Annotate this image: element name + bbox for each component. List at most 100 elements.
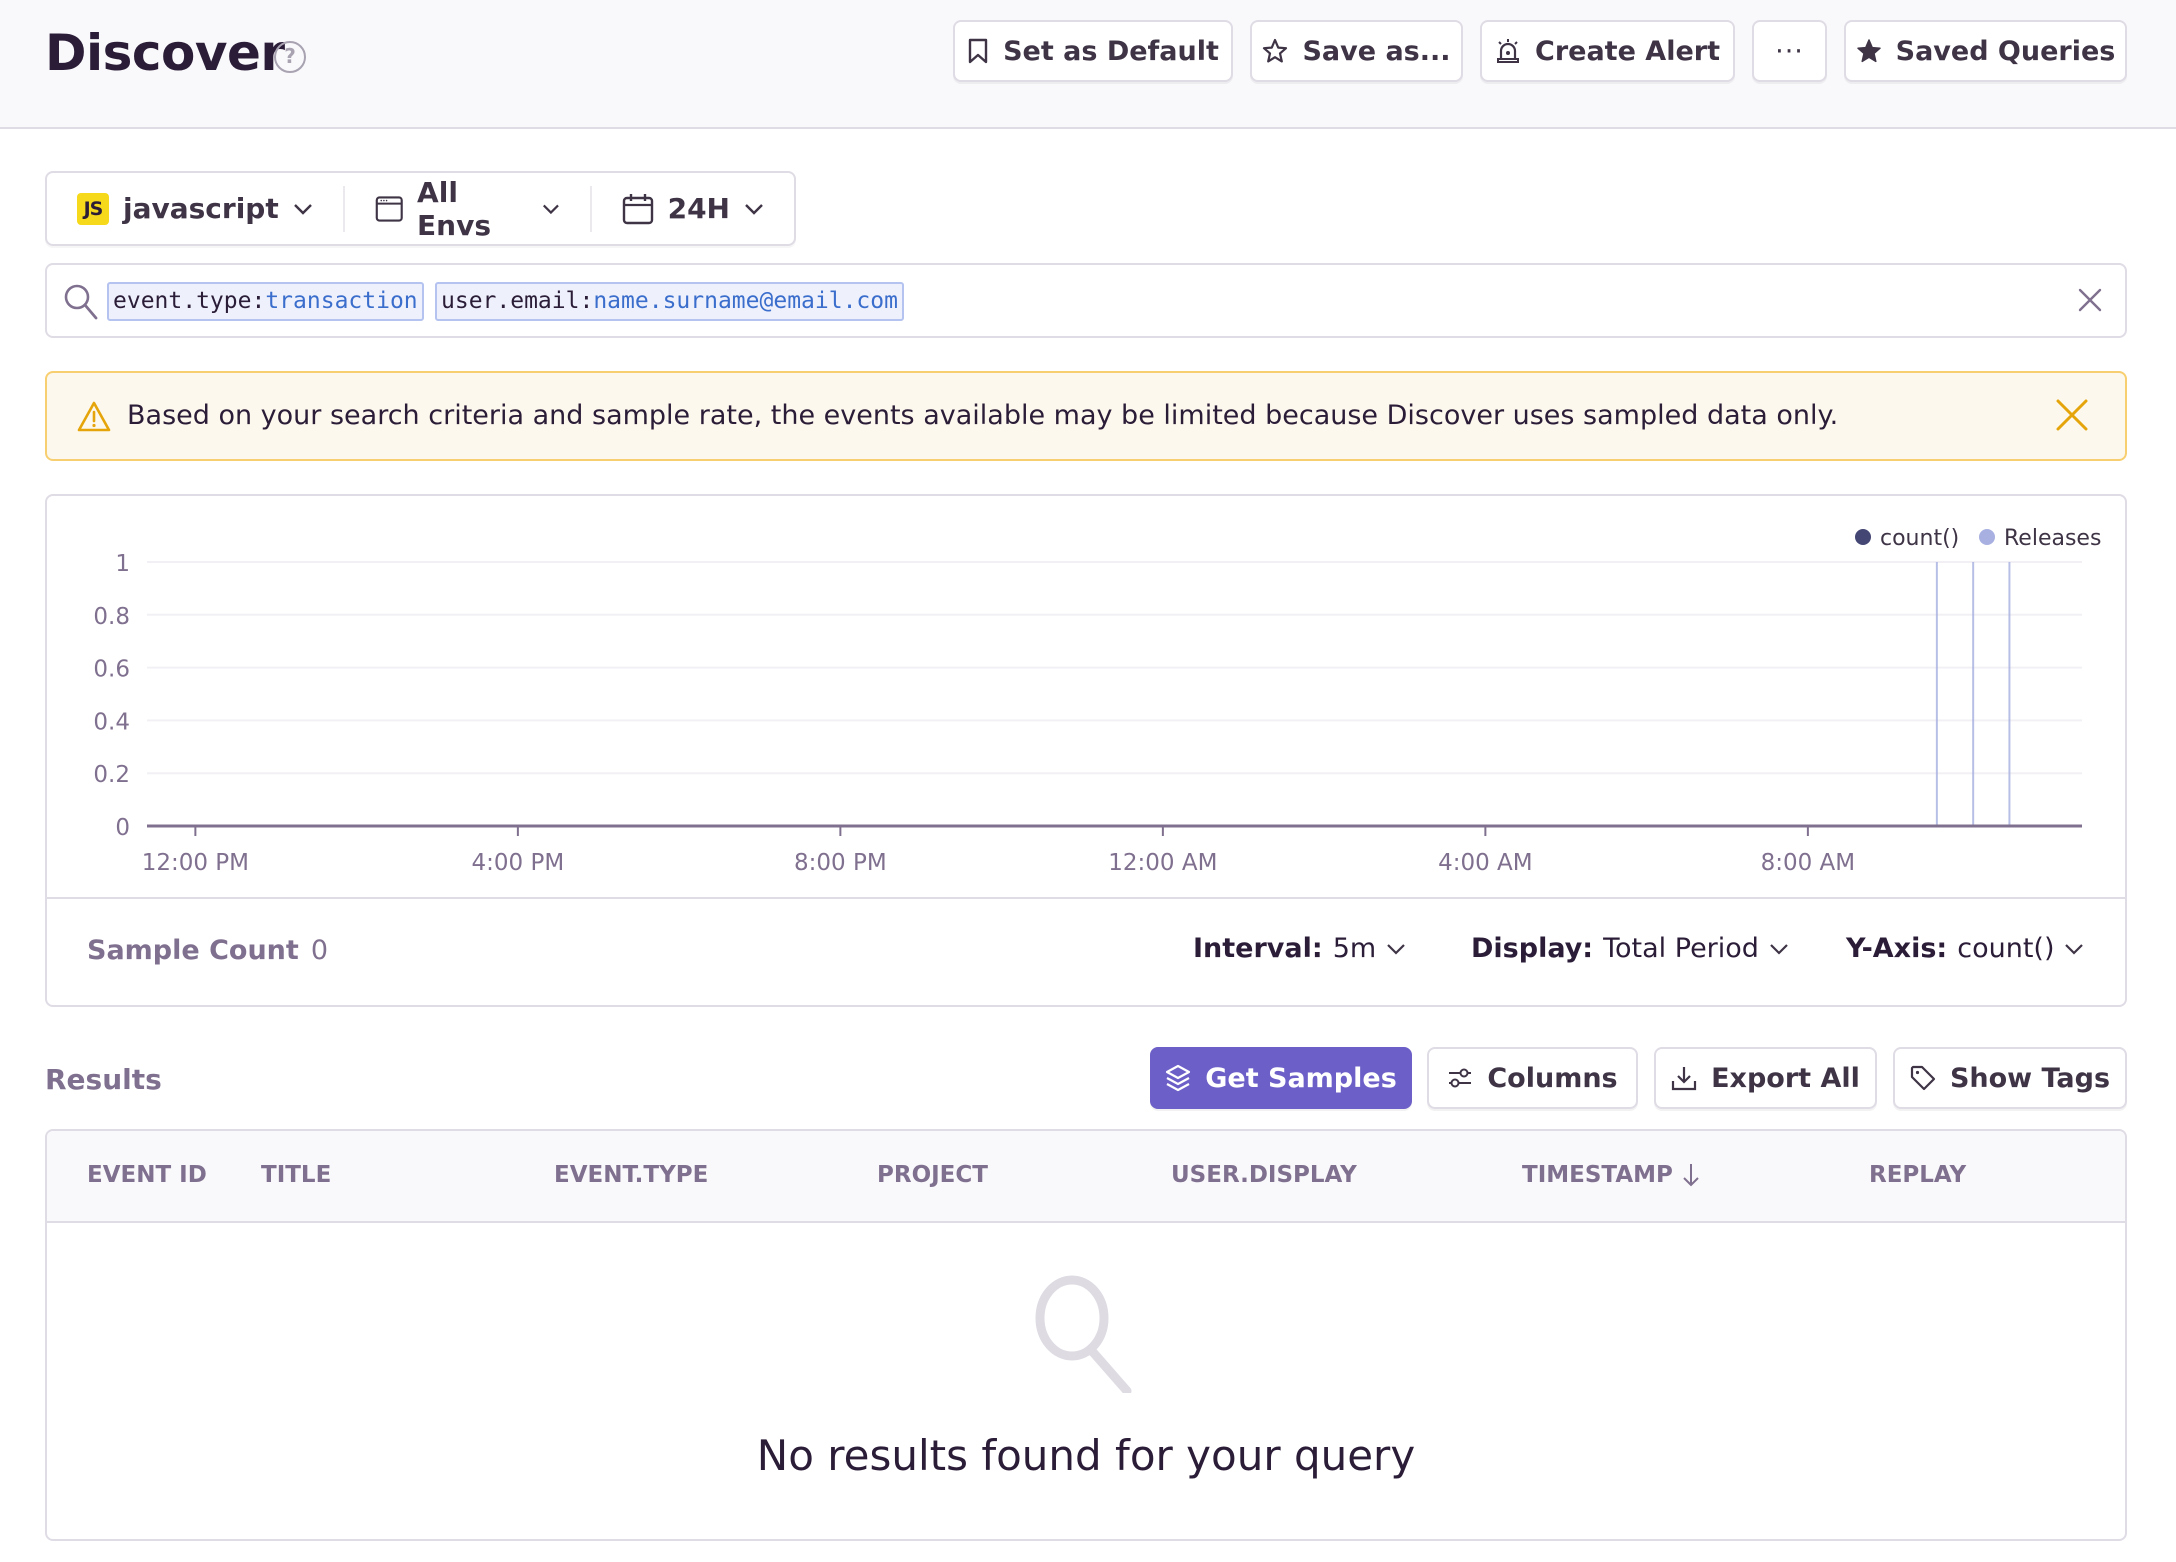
question-circle-icon[interactable]: ? <box>274 41 306 73</box>
stack-icon <box>1166 1064 1191 1092</box>
window-icon <box>375 195 403 222</box>
javascript-platform-icon: JS <box>77 192 109 225</box>
show-tags-button[interactable]: Show Tags <box>1893 1047 2127 1109</box>
save-as-button[interactable]: Save as... <box>1250 20 1463 82</box>
close-icon[interactable] <box>2055 398 2089 432</box>
interval-selector[interactable]: Interval: 5m <box>1193 933 1406 964</box>
column-header-user-display[interactable]: USER.DISPLAY <box>1171 1162 1357 1188</box>
project-selector-label: javascript <box>123 192 279 225</box>
sliders-icon <box>1449 1068 1472 1088</box>
chevron-down-icon <box>1387 943 1405 955</box>
results-label: Results <box>45 1063 162 1096</box>
project-selector[interactable]: JS javascript <box>47 173 343 244</box>
column-header-event-id[interactable]: EVENT ID <box>87 1162 207 1188</box>
x-tick-label: 12:00 PM <box>142 850 249 876</box>
results-table: EVENT ID TITLE EVENT.TYPE PROJECT USER.D… <box>45 1129 2127 1541</box>
column-header-label: USER.DISPLAY <box>1171 1162 1357 1188</box>
x-tick-label: 8:00 PM <box>794 850 887 876</box>
chevron-down-icon <box>745 203 763 215</box>
star-filled-icon <box>1856 39 1881 63</box>
token-value: name.surname@email.com <box>593 288 898 314</box>
y-tick-label: 0.4 <box>93 709 130 735</box>
column-header-project[interactable]: PROJECT <box>877 1162 988 1188</box>
empty-state-message: No results found for your query <box>756 1431 1416 1480</box>
export-all-label: Export All <box>1711 1062 1860 1094</box>
show-tags-label: Show Tags <box>1949 1062 2111 1094</box>
get-samples-button[interactable]: Get Samples <box>1150 1047 1412 1109</box>
x-tick-label: 8:00 AM <box>1761 850 1856 876</box>
more-options-button[interactable]: ··· <box>1752 20 1827 82</box>
environment-selector-label: All Envs <box>417 175 492 242</box>
get-samples-label: Get Samples <box>1205 1062 1397 1094</box>
chevron-down-icon <box>1770 943 1788 955</box>
y-tick-label: 0 <box>115 815 130 841</box>
column-header-label: PROJECT <box>877 1162 988 1188</box>
download-icon <box>1672 1067 1697 1091</box>
count-chart: 0 0.2 0.4 0.6 0.8 1 12:00 PM 4:00 PM 8:00 PM 12:0… <box>93 526 2101 876</box>
legend-label-releases: Releases <box>2004 526 2101 551</box>
page-filter-bar: JS javascript All Envs 24H <box>45 171 796 246</box>
interval-label: Interval: <box>1193 933 1323 964</box>
y-tick-label: 0.2 <box>93 762 130 788</box>
bookmark-icon <box>968 38 988 64</box>
table-header: EVENT ID TITLE EVENT.TYPE PROJECT USER.D… <box>47 1131 2125 1223</box>
tag-icon <box>1910 1065 1936 1091</box>
display-value: Total Period <box>1603 933 1759 964</box>
column-header-label: TITLE <box>261 1162 332 1188</box>
search-icon <box>64 284 98 320</box>
date-range-selector[interactable]: 24H <box>592 173 794 244</box>
column-header-timestamp[interactable]: TIMESTAMP <box>1522 1162 1701 1188</box>
y-axis-value: count() <box>1957 933 2055 964</box>
y-axis-label: Y-Axis: <box>1846 933 1948 964</box>
clear-search-icon[interactable] <box>2077 287 2103 313</box>
x-tick-label: 12:00 AM <box>1108 850 1217 876</box>
sample-count: Sample Count 0 <box>87 935 328 966</box>
saved-queries-button[interactable]: Saved Queries <box>1844 20 2127 82</box>
token-key: user.email: <box>441 288 594 314</box>
arrow-down-icon <box>1683 1164 1699 1187</box>
sample-count-value: 0 <box>310 935 328 966</box>
chart-footer: Sample Count 0 Interval: 5m Display: Tota… <box>47 897 2125 1007</box>
environment-selector[interactable]: All Envs <box>345 173 590 244</box>
export-all-button[interactable]: Export All <box>1654 1047 1877 1109</box>
sampled-data-warning-alert: Based on your search criteria and sample… <box>45 371 2127 461</box>
column-header-label: EVENT ID <box>87 1162 207 1188</box>
token-value: transaction <box>265 288 418 314</box>
column-header-title[interactable]: TITLE <box>261 1162 331 1188</box>
siren-icon <box>1497 39 1520 63</box>
column-header-label: REPLAY <box>1869 1162 1967 1188</box>
legend-label-count: count() <box>1880 526 1959 551</box>
create-alert-label: Create Alert <box>1535 35 1720 67</box>
saved-queries-label: Saved Queries <box>1895 35 2116 67</box>
page-title: Discover <box>45 24 285 82</box>
y-axis-selector[interactable]: Y-Axis: count() <box>1846 933 2084 964</box>
date-range-label: 24H <box>667 192 730 225</box>
columns-label: Columns <box>1487 1062 1618 1094</box>
set-as-default-button[interactable]: Set as Default <box>953 20 1233 82</box>
search-query-input[interactable]: event.type:transaction user.email:name.s… <box>45 263 2127 338</box>
legend-marker-count <box>1855 529 1871 545</box>
create-alert-button[interactable]: Create Alert <box>1480 20 1735 82</box>
token-key: event.type: <box>113 288 266 314</box>
chevron-down-icon <box>2065 943 2084 955</box>
y-tick-label: 0.8 <box>93 604 130 630</box>
display-selector[interactable]: Display: Total Period <box>1471 933 1789 964</box>
chart-panel: 0 0.2 0.4 0.6 0.8 1 12:00 PM 4:00 PM 8:00 PM 12:0… <box>45 494 2127 1007</box>
interval-value: 5m <box>1332 933 1377 964</box>
column-header-label: EVENT.TYPE <box>554 1162 709 1188</box>
column-header-label: TIMESTAMP <box>1522 1162 1673 1188</box>
columns-button[interactable]: Columns <box>1427 1047 1638 1109</box>
display-label: Display: <box>1471 933 1594 964</box>
chevron-down-icon <box>542 204 559 214</box>
x-tick-label: 4:00 PM <box>472 850 565 876</box>
search-empty-state-icon <box>1035 1275 1132 1393</box>
sample-count-label: Sample Count <box>87 935 299 966</box>
alert-message: Based on your search criteria and sample… <box>127 400 1839 431</box>
column-header-replay[interactable]: REPLAY <box>1869 1162 1966 1188</box>
y-tick-label: 1 <box>115 551 130 577</box>
search-token-user-email[interactable]: user.email:name.surname@email.com <box>435 282 904 321</box>
chevron-down-icon <box>293 203 312 215</box>
page-header: Discover ? Set as Default Save as... Cre… <box>0 0 2176 129</box>
column-header-event-type[interactable]: EVENT.TYPE <box>554 1162 708 1188</box>
search-token-event-type[interactable]: event.type:transaction <box>107 282 424 321</box>
